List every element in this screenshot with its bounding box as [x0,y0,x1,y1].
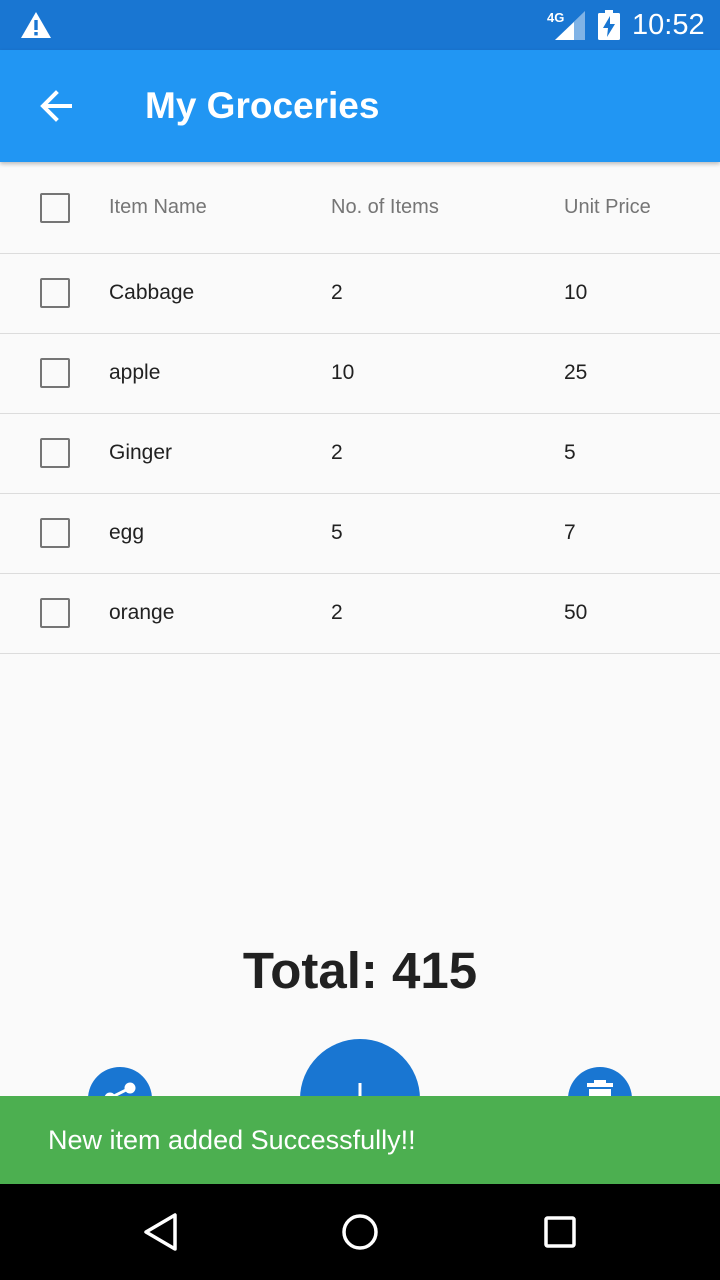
recents-square-icon[interactable] [536,1208,584,1256]
navigation-bar [0,1184,720,1280]
item-price-cell: 25 [564,361,588,384]
select-all-checkbox[interactable] [40,193,70,223]
item-price-cell: 7 [564,521,576,544]
item-price-cell: 5 [564,441,576,464]
item-qty-cell: 5 [331,521,343,544]
item-name-cell: Cabbage [109,281,195,304]
item-name-cell: apple [109,361,161,384]
item-qty-cell: 10 [331,361,355,384]
table-row[interactable]: apple 10 25 [0,334,720,414]
item-qty-cell: 2 [331,281,343,304]
warning-icon [21,12,51,38]
table-header-row: Item Name No. of Items Unit Price [0,162,720,254]
table-row[interactable]: Cabbage 2 10 [0,254,720,334]
signal-icon: 4G [547,10,585,40]
network-type-label: 4G [547,10,564,25]
row-checkbox[interactable] [40,518,70,548]
item-name-cell: Ginger [109,441,173,464]
item-price-cell: 10 [564,281,588,304]
app-bar: My Groceries [0,50,720,162]
item-name-cell: orange [109,601,175,624]
battery-charging-icon [598,10,620,40]
item-qty-cell: 2 [331,601,343,624]
groceries-table: Item Name No. of Items Unit Price Cabbag… [0,162,720,654]
row-checkbox[interactable] [40,278,70,308]
total-label: Total: 415 [242,942,478,999]
table-row[interactable]: egg 5 7 [0,494,720,574]
arrow-back-icon[interactable] [30,80,82,132]
row-checkbox[interactable] [40,358,70,388]
item-price-cell: 50 [564,601,588,624]
back-triangle-icon[interactable] [136,1208,184,1256]
column-header-no-of-items[interactable]: No. of Items [331,196,439,219]
status-time: 10:52 [632,9,705,41]
item-name-cell: egg [109,521,145,544]
column-header-item-name[interactable]: Item Name [109,196,207,219]
home-circle-icon[interactable] [336,1208,384,1256]
table-row[interactable]: Ginger 2 5 [0,414,720,494]
row-checkbox[interactable] [40,598,70,628]
snackbar-message: New item added Successfully!! [48,1125,416,1155]
column-header-unit-price[interactable]: Unit Price [564,196,651,219]
row-checkbox[interactable] [40,438,70,468]
snackbar: New item added Successfully!! [0,1096,720,1184]
item-qty-cell: 2 [331,441,343,464]
page-title: My Groceries [145,85,380,126]
status-bar: 4G 10:52 [0,0,720,50]
table-row[interactable]: orange 2 50 [0,574,720,654]
